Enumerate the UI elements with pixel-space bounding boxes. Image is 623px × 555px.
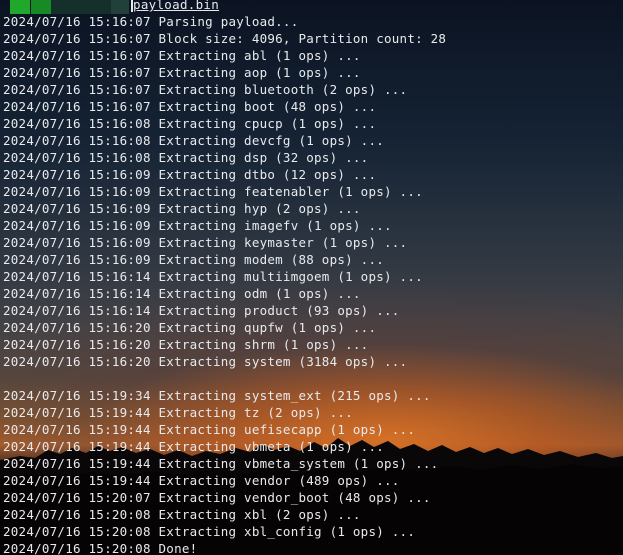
log-line: 2024/07/16 15:16:08 Extracting devcfg (1… xyxy=(3,133,385,148)
log-line: 2024/07/16 15:16:09 Extracting keymaster… xyxy=(3,235,408,250)
log-line: 2024/07/16 15:16:07 Block size: 4096, Pa… xyxy=(3,31,447,46)
log-line: 2024/07/16 15:16:08 Extracting cpucp (1 … xyxy=(3,116,377,131)
log-line: 2024/07/16 15:16:07 Extracting bluetooth… xyxy=(3,82,408,97)
log-line: 2024/07/16 15:19:44 Extracting vbmeta (1… xyxy=(3,439,385,454)
log-line: 2024/07/16 15:16:20 Extracting system (3… xyxy=(3,354,408,369)
log-line: 2024/07/16 15:16:07 Extracting aop (1 op… xyxy=(3,65,361,80)
blank-line xyxy=(3,370,446,387)
log-line: 2024/07/16 15:19:34 Extracting system_ex… xyxy=(3,388,431,403)
terminal-output: 2024/07/16 15:16:07 Parsing payload... 20… xyxy=(3,13,446,555)
log-line: 2024/07/16 15:19:44 Extracting vbmeta_sy… xyxy=(3,456,439,471)
log-line: 2024/07/16 15:16:09 Extracting hyp (2 op… xyxy=(3,201,361,216)
log-line: 2024/07/16 15:16:20 Extracting qupfw (1 … xyxy=(3,320,377,335)
log-line: 2024/07/16 15:16:14 Extracting multiimgo… xyxy=(3,269,423,284)
tab-separator xyxy=(51,0,111,14)
log-line: 2024/07/16 15:16:09 Extracting featenabl… xyxy=(3,184,423,199)
log-line: 2024/07/16 15:20:08 Extracting xbl (2 op… xyxy=(3,507,361,522)
log-line: 2024/07/16 15:16:09 Extracting modem (88… xyxy=(3,252,385,267)
log-line: 2024/07/16 15:16:07 Extracting boot (48 … xyxy=(3,99,377,114)
log-line: 2024/07/16 15:16:14 Extracting product (… xyxy=(3,303,400,318)
tab-highlight xyxy=(111,0,129,14)
log-line: 2024/07/16 15:20:08 Extracting xbl_confi… xyxy=(3,524,416,539)
log-line: 2024/07/16 15:16:14 Extracting odm (1 op… xyxy=(3,286,361,301)
log-line: 2024/07/16 15:16:20 Extracting shrm (1 o… xyxy=(3,337,369,352)
log-line: 2024/07/16 15:16:09 Extracting imagefv (… xyxy=(3,218,392,233)
log-line: 2024/07/16 15:19:44 Extracting tz (2 ops… xyxy=(3,405,353,420)
tab-bar: payload.bin xyxy=(0,0,623,14)
tab-filename[interactable]: payload.bin xyxy=(133,0,219,12)
log-line: 2024/07/16 15:16:07 Extracting abl (1 op… xyxy=(3,48,361,63)
log-line: 2024/07/16 15:20:07 Extracting vendor_bo… xyxy=(3,490,431,505)
log-line: 2024/07/16 15:16:09 Extracting dtbo (12 … xyxy=(3,167,377,182)
terminal-window-icon xyxy=(10,0,30,14)
log-line: 2024/07/16 15:16:07 Parsing payload... xyxy=(3,14,299,29)
log-line: 2024/07/16 15:19:44 Extracting vendor (4… xyxy=(3,473,400,488)
log-line: 2024/07/16 15:20:08 Done! xyxy=(3,541,198,555)
log-line: 2024/07/16 15:19:44 Extracting uefisecap… xyxy=(3,422,416,437)
terminal-window-icon-secondary xyxy=(31,0,51,14)
log-line: 2024/07/16 15:16:08 Extracting dsp (32 o… xyxy=(3,150,369,165)
